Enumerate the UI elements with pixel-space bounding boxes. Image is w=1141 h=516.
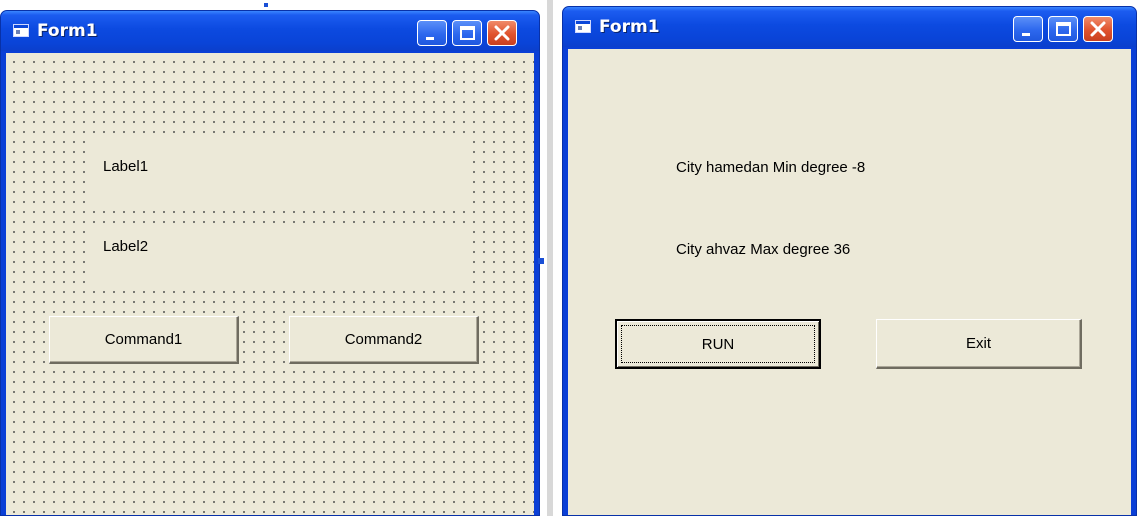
label2-control[interactable]: Label2 (93, 223, 465, 291)
close-icon (494, 25, 510, 41)
maximize-icon (460, 26, 475, 40)
maximize-button[interactable] (1048, 16, 1078, 42)
design-form-canvas[interactable]: Label1 Label2 Command1 Command2 (6, 53, 534, 515)
max-degree-label: City ahvaz Max degree 36 (676, 241, 851, 258)
run-form-window: Form1 City hamedan Min degree -8 City ah… (562, 6, 1137, 516)
command2-button[interactable]: Command2 (289, 316, 479, 364)
label1-caption: Label1 (103, 158, 149, 175)
run-form-client: City hamedan Min degree -8 City ahvaz Ma… (568, 49, 1131, 515)
resize-handle[interactable] (538, 258, 544, 264)
design-window-title: Form1 (37, 21, 98, 41)
focus-rectangle (621, 325, 815, 363)
design-form-window: Form1 Label1 Label2 Command1 Command2 (0, 10, 540, 516)
minimize-button[interactable] (417, 20, 447, 46)
exit-button[interactable]: Exit (876, 319, 1082, 369)
separator (547, 0, 553, 516)
close-button[interactable] (487, 20, 517, 46)
resize-handle[interactable] (264, 3, 268, 7)
min-degree-label: City hamedan Min degree -8 (676, 159, 866, 176)
run-button[interactable]: RUN (615, 319, 821, 369)
maximize-button[interactable] (452, 20, 482, 46)
maximize-icon (1056, 22, 1071, 36)
minimize-button[interactable] (1013, 16, 1043, 42)
form-icon (13, 24, 29, 37)
label2-caption: Label2 (103, 238, 149, 255)
minimize-icon (426, 37, 434, 40)
minimize-icon (1022, 33, 1030, 36)
run-title-bar[interactable]: Form1 (563, 7, 1136, 47)
form-icon (575, 20, 591, 33)
design-title-bar[interactable]: Form1 (1, 11, 539, 51)
close-button[interactable] (1083, 16, 1113, 42)
command1-button[interactable]: Command1 (49, 316, 239, 364)
run-window-title: Form1 (599, 17, 660, 37)
close-icon (1090, 21, 1106, 37)
label1-control[interactable]: Label1 (93, 141, 465, 209)
